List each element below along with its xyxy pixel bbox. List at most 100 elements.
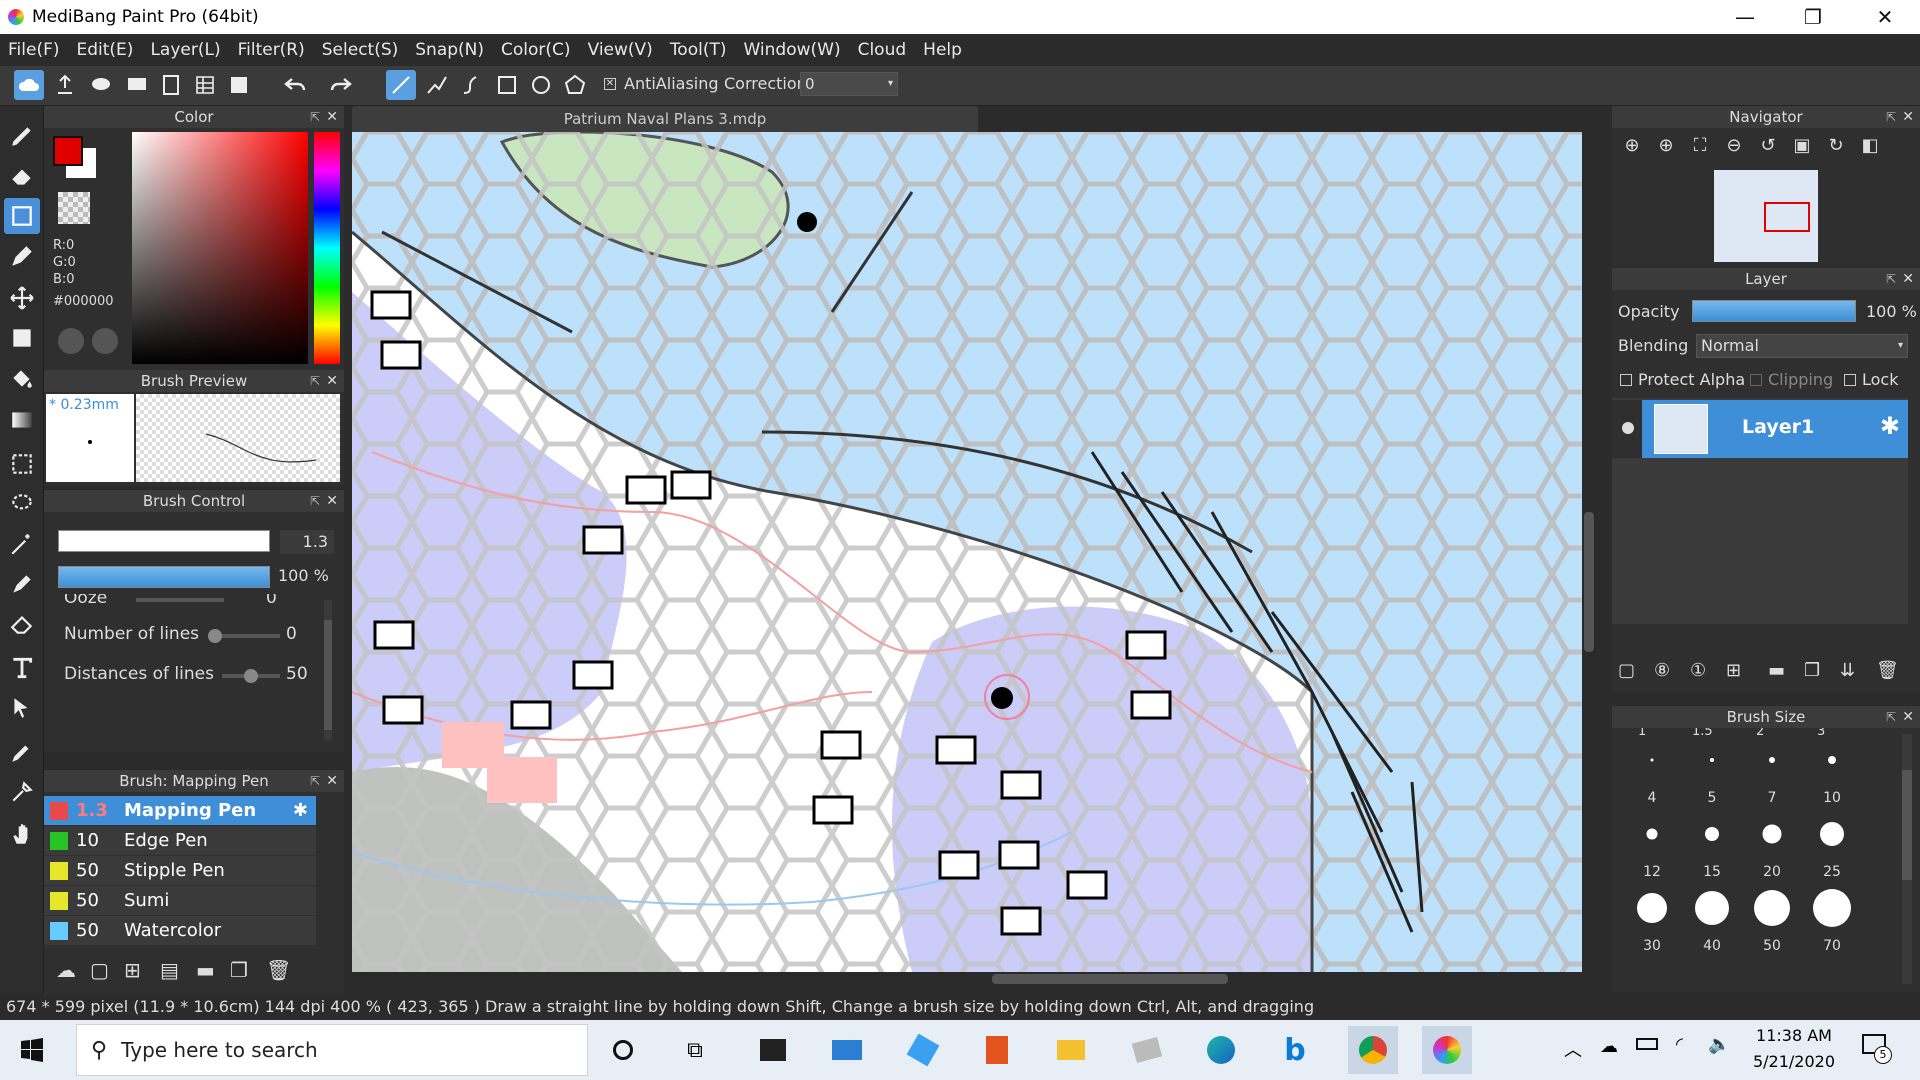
size-cell[interactable]: 7 bbox=[1742, 736, 1802, 810]
taskbar-search[interactable]: ⚲ Type here to search bbox=[76, 1024, 588, 1076]
redo-icon[interactable] bbox=[326, 70, 356, 100]
transparent-color-swatch[interactable] bbox=[58, 192, 90, 224]
new-8bit-layer-icon[interactable]: ⑧ bbox=[1654, 660, 1682, 681]
rotate-right-icon[interactable]: ↻ bbox=[1822, 135, 1850, 163]
menu-tool[interactable]: Tool(T) bbox=[670, 40, 727, 60]
task-view-icon[interactable]: ⧉ bbox=[670, 1026, 720, 1074]
brush-item-mapping-pen[interactable]: 1.3 Mapping Pen ✱ bbox=[44, 796, 316, 825]
bing-icon[interactable]: b bbox=[1270, 1026, 1320, 1074]
eraser-tool-icon[interactable] bbox=[4, 158, 40, 194]
palette-icon[interactable] bbox=[58, 328, 84, 354]
edge-icon[interactable] bbox=[1196, 1026, 1246, 1074]
pin-icon[interactable]: ⇱ bbox=[310, 370, 320, 392]
new-brush-icon[interactable]: ▢ bbox=[90, 958, 109, 982]
store-icon[interactable] bbox=[748, 1026, 798, 1074]
navigator-thumbnail[interactable] bbox=[1714, 170, 1818, 262]
clock-time[interactable]: 11:38 AM bbox=[1744, 1026, 1844, 1045]
page-icon[interactable] bbox=[156, 70, 186, 100]
speech-bubble-icon[interactable] bbox=[86, 70, 116, 100]
menu-view[interactable]: View(V) bbox=[588, 40, 653, 60]
tablet-app-icon[interactable] bbox=[1122, 1026, 1172, 1074]
size-cell[interactable]: 40 bbox=[1682, 884, 1742, 958]
move-tool-icon[interactable] bbox=[4, 280, 40, 316]
layer-row[interactable]: Layer1 ✱ bbox=[1612, 400, 1908, 458]
new-1bit-layer-icon[interactable]: ① bbox=[1690, 660, 1718, 681]
minimize-button[interactable]: — bbox=[1710, 0, 1780, 34]
rotate-left-icon[interactable]: ↺ bbox=[1754, 135, 1782, 163]
visibility-icon[interactable] bbox=[1622, 422, 1634, 434]
document-tab[interactable]: Patrium Naval Plans 3.mdp bbox=[352, 106, 978, 132]
primary-color-swatch[interactable] bbox=[53, 136, 83, 166]
polyline-icon[interactable] bbox=[422, 70, 452, 100]
operation-tool-icon[interactable] bbox=[4, 690, 40, 726]
rectangle-icon[interactable] bbox=[492, 70, 522, 100]
drawing-canvas[interactable] bbox=[352, 132, 1582, 972]
brush-settings-icon[interactable]: ▤ bbox=[160, 958, 179, 982]
brush-size-slider[interactable] bbox=[58, 530, 270, 552]
pin-icon[interactable]: ⇱ bbox=[1886, 706, 1896, 728]
ellipse-icon[interactable] bbox=[526, 70, 556, 100]
curve-icon[interactable] bbox=[456, 70, 486, 100]
layer-opacity-slider[interactable] bbox=[1692, 300, 1856, 322]
onedrive-icon[interactable]: ☁ bbox=[1600, 1036, 1618, 1057]
office-icon[interactable] bbox=[972, 1026, 1022, 1074]
grid-icon[interactable] bbox=[190, 70, 220, 100]
chevron-up-icon[interactable]: ︿ bbox=[1564, 1036, 1582, 1062]
pen-tool-icon[interactable] bbox=[4, 238, 40, 274]
size-cell[interactable]: 5 bbox=[1682, 736, 1742, 810]
menu-edit[interactable]: Edit(E) bbox=[77, 40, 134, 60]
windows-start-icon[interactable] bbox=[20, 1038, 44, 1062]
size-cell[interactable]: 4 bbox=[1622, 736, 1682, 810]
select-pen-tool-icon[interactable] bbox=[4, 566, 40, 602]
volume-icon[interactable]: 🔈 bbox=[1708, 1034, 1730, 1055]
select-rect-tool-icon[interactable] bbox=[4, 446, 40, 482]
pin-icon[interactable]: ⇱ bbox=[310, 770, 320, 792]
brush-tool-icon[interactable] bbox=[4, 118, 40, 154]
hand-tool-icon[interactable] bbox=[4, 816, 40, 852]
gear-icon[interactable]: ✱ bbox=[1880, 412, 1900, 440]
menu-file[interactable]: File(F) bbox=[8, 40, 60, 60]
size-cell[interactable]: 10 bbox=[1802, 736, 1862, 810]
close-icon[interactable]: ✕ bbox=[326, 770, 338, 792]
flip-icon[interactable]: ◧ bbox=[1856, 135, 1884, 163]
menu-cloud[interactable]: Cloud bbox=[858, 40, 907, 60]
close-button[interactable]: ✕ bbox=[1850, 0, 1920, 34]
straight-line-icon[interactable] bbox=[386, 70, 416, 100]
close-icon[interactable]: ✕ bbox=[326, 370, 338, 392]
param-slider[interactable] bbox=[222, 669, 280, 683]
panel-icon[interactable] bbox=[224, 70, 254, 100]
chrome-icon[interactable] bbox=[1348, 1026, 1398, 1074]
color-history-icon[interactable] bbox=[92, 328, 118, 354]
zoom-plus-icon[interactable]: ⊕ bbox=[1652, 135, 1680, 163]
correction-select[interactable]: 0 ▾ bbox=[800, 72, 898, 96]
brush-item-sumi[interactable]: 50 Sumi bbox=[44, 886, 316, 915]
wifi-icon[interactable]: ◜ bbox=[1676, 1034, 1683, 1055]
antialiasing-checkbox[interactable]: ✕ bbox=[604, 78, 616, 90]
dropper-tool-icon[interactable] bbox=[4, 774, 40, 810]
lock-checkbox[interactable] bbox=[1844, 374, 1856, 386]
size-cell[interactable]: 50 bbox=[1742, 884, 1802, 958]
menu-color[interactable]: Color(C) bbox=[501, 40, 571, 60]
brush-size-field[interactable]: 1.3 bbox=[280, 530, 334, 554]
new-layer-icon[interactable]: ▢ bbox=[1618, 660, 1646, 681]
menu-layer[interactable]: Layer(L) bbox=[150, 40, 220, 60]
gradient-tool-icon[interactable] bbox=[4, 402, 40, 438]
brush-opacity-slider[interactable] bbox=[58, 566, 270, 588]
brush-item-watercolor[interactable]: 50 Watercolor bbox=[44, 916, 316, 945]
size-cell[interactable]: 12 bbox=[1622, 810, 1682, 884]
file-explorer-icon[interactable] bbox=[1046, 1026, 1096, 1074]
merge-layer-icon[interactable]: ⇊ bbox=[1840, 660, 1868, 681]
pin-icon[interactable]: ⇱ bbox=[1886, 106, 1896, 128]
param-slider[interactable] bbox=[136, 598, 224, 602]
duplicate-layer-icon[interactable]: ❐ bbox=[1804, 660, 1832, 681]
add-brush-icon[interactable]: ⊞ bbox=[124, 958, 141, 982]
close-icon[interactable]: ✕ bbox=[1902, 106, 1914, 128]
battery-icon[interactable] bbox=[1636, 1038, 1658, 1050]
canvas-horizontal-scrollbar[interactable] bbox=[352, 972, 1596, 986]
restore-button[interactable]: ❐ bbox=[1778, 0, 1848, 34]
size-cell[interactable]: 70 bbox=[1802, 884, 1862, 958]
bucket-tool-icon[interactable] bbox=[4, 360, 40, 396]
zoom-out-icon[interactable]: ⊖ bbox=[1720, 135, 1748, 163]
text-tool-icon[interactable] bbox=[4, 650, 40, 686]
magic-wand-tool-icon[interactable] bbox=[4, 526, 40, 562]
